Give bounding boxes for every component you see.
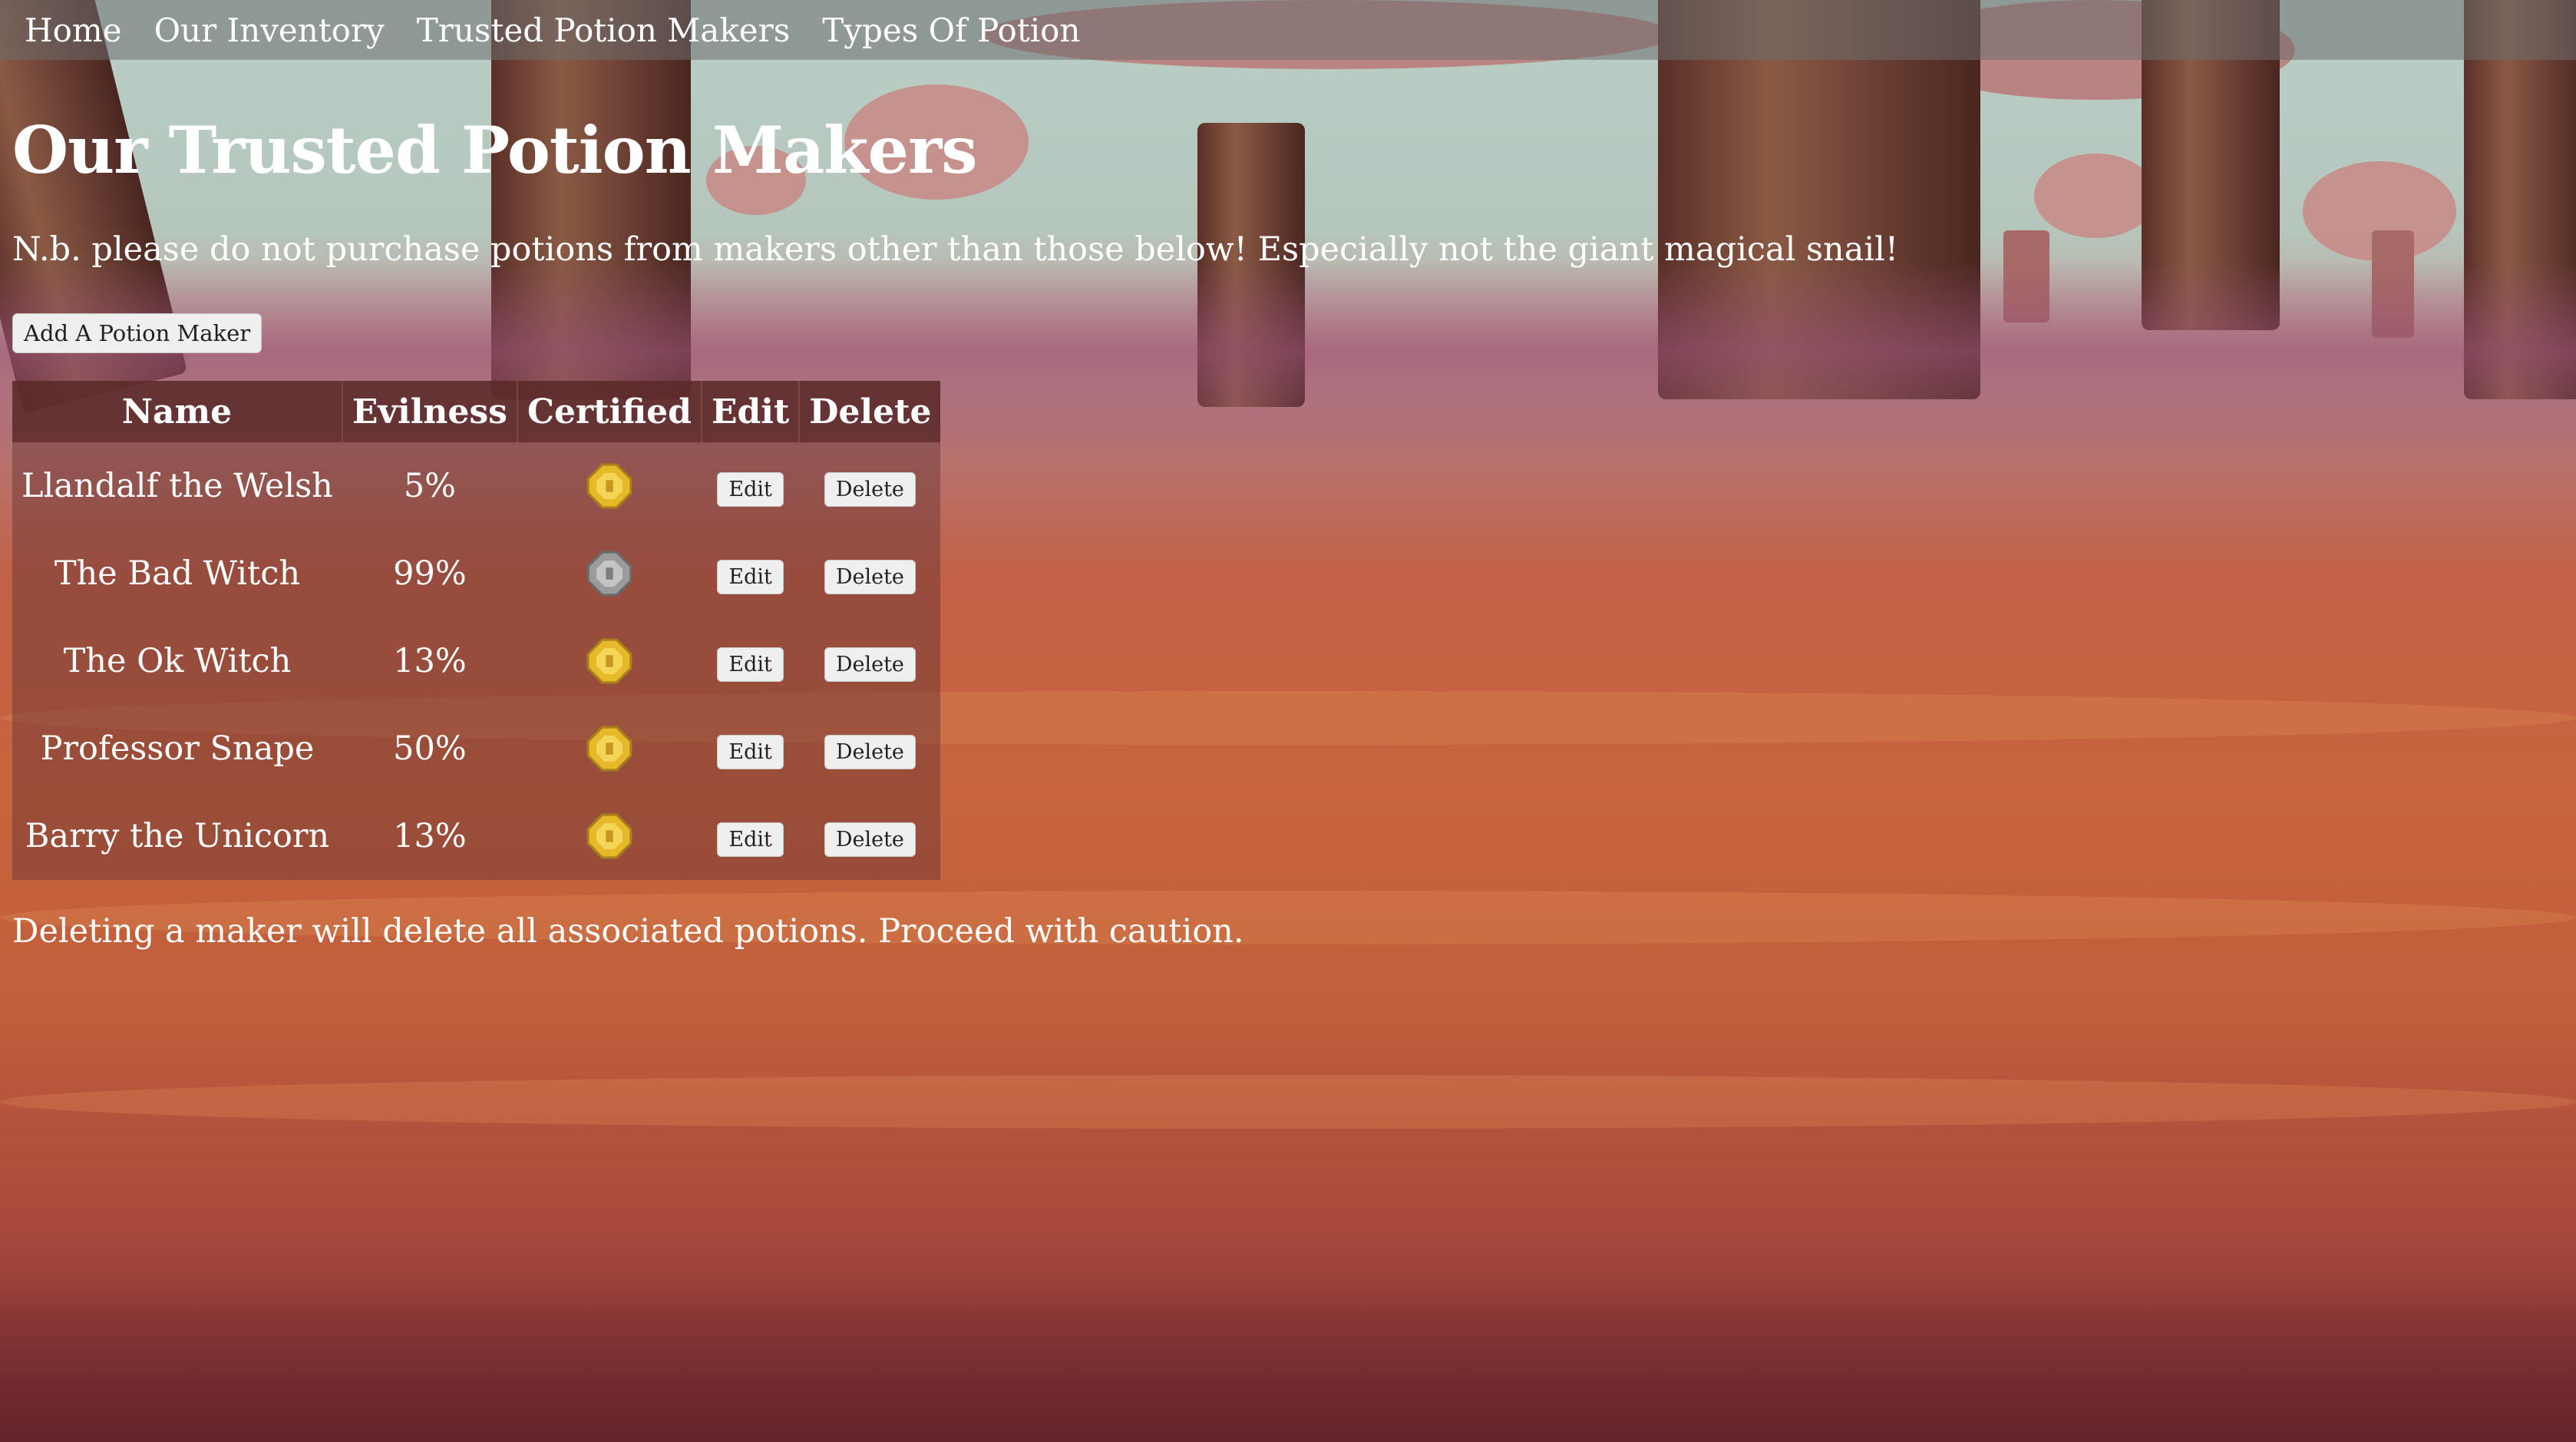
certified-cell — [517, 617, 702, 705]
maker-name: Barry the Unicorn — [25, 817, 330, 856]
maker-evilness: 13% — [393, 817, 467, 856]
maker-name: The Bad Witch — [54, 554, 301, 594]
caution-text: Deleting a maker will delete all associa… — [12, 912, 1244, 951]
nav-link-trusted-potion-makers[interactable]: Trusted Potion Makers — [417, 12, 791, 49]
maker-name: Professor Snape — [40, 729, 315, 769]
edit-cell: Edit — [702, 442, 799, 530]
table-row: The Ok Witch 13% Edit Delete — [12, 617, 940, 705]
delete-cell: Delete — [799, 617, 940, 705]
maker-evilness: 50% — [393, 729, 467, 769]
delete-button[interactable]: Delete — [824, 471, 916, 507]
edit-cell: Edit — [702, 530, 799, 617]
top-nav: Home Our Inventory Trusted Potion Makers… — [0, 0, 2576, 60]
edit-button[interactable]: Edit — [717, 471, 784, 507]
gold-coin-icon — [586, 726, 632, 772]
main-content: Our Trusted Potion Makers N.b. please do… — [0, 112, 2576, 951]
table-row: The Bad Witch 99% Edit Delete — [12, 530, 940, 617]
table-row: Barry the Unicorn 13% Edit Delete — [12, 792, 940, 880]
header-certified: Certified — [516, 381, 702, 443]
certified-cell — [517, 792, 702, 880]
header-delete: Delete — [798, 381, 941, 443]
maker-name: Llandalf the Welsh — [21, 467, 333, 506]
add-potion-maker-button[interactable]: Add A Potion Maker — [12, 313, 263, 354]
potion-makers-table: Name Evilness Certified Edit Delete Llan… — [12, 381, 941, 881]
edit-button[interactable]: Edit — [717, 647, 784, 682]
table-header-row: Name Evilness Certified Edit Delete — [12, 381, 941, 443]
delete-cell: Delete — [799, 792, 940, 880]
edit-cell: Edit — [702, 617, 799, 705]
maker-name: The Ok Witch — [63, 642, 292, 681]
delete-cell: Delete — [799, 442, 940, 530]
certified-cell — [517, 442, 702, 530]
silver-coin-icon — [586, 551, 632, 597]
delete-button[interactable]: Delete — [824, 647, 916, 682]
edit-button[interactable]: Edit — [717, 559, 784, 594]
delete-button[interactable]: Delete — [824, 822, 916, 857]
nav-link-our-inventory[interactable]: Our Inventory — [154, 12, 385, 49]
delete-cell: Delete — [799, 530, 940, 617]
intro-text: N.b. please do not purchase potions from… — [12, 230, 1899, 270]
nav-link-types-of-potion[interactable]: Types Of Potion — [822, 12, 1080, 49]
edit-cell: Edit — [702, 792, 799, 880]
nav-link-home[interactable]: Home — [25, 12, 122, 49]
header-name: Name — [12, 381, 342, 443]
header-edit: Edit — [700, 381, 800, 443]
delete-button[interactable]: Delete — [824, 734, 916, 769]
certified-cell — [517, 705, 702, 792]
gold-coin-icon — [586, 638, 632, 684]
gold-coin-icon — [586, 463, 632, 509]
delete-button[interactable]: Delete — [824, 559, 916, 594]
maker-evilness: 99% — [393, 554, 467, 594]
page-title: Our Trusted Potion Makers — [12, 112, 978, 188]
edit-button[interactable]: Edit — [717, 734, 784, 769]
certified-cell — [517, 530, 702, 617]
maker-evilness: 5% — [403, 467, 457, 506]
maker-evilness: 13% — [393, 642, 467, 681]
gold-coin-icon — [586, 813, 632, 859]
table-row: Professor Snape 50% Edit Delete — [12, 705, 940, 792]
table-row: Llandalf the Welsh 5% Edit Delete — [12, 442, 940, 530]
edit-button[interactable]: Edit — [717, 822, 784, 857]
edit-cell: Edit — [702, 705, 799, 792]
header-evilness: Evilness — [341, 381, 517, 443]
delete-cell: Delete — [799, 705, 940, 792]
